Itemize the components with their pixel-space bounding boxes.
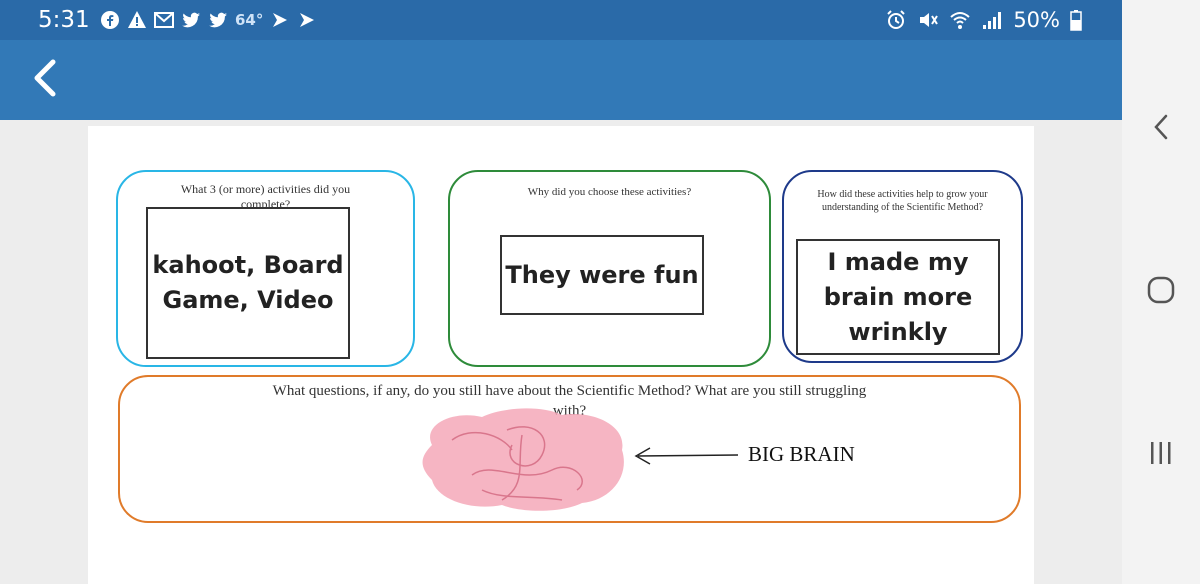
- nav-back-icon: [1151, 112, 1171, 147]
- answer-box: They were fun: [500, 235, 704, 315]
- feedly-icon: [297, 10, 317, 30]
- back-button[interactable]: [20, 56, 68, 104]
- notification-icons: 64°: [100, 9, 317, 31]
- card-question: How did these activities help to grow yo…: [817, 189, 988, 213]
- app-bar: [0, 40, 1122, 120]
- battery-percent: 50%: [1013, 8, 1060, 32]
- gmail-icon: [154, 10, 174, 30]
- chevron-left-icon: [29, 58, 59, 103]
- activities-card: What 3 (or more) activities did you comp…: [116, 170, 415, 367]
- twitter-icon: [208, 10, 228, 30]
- card-question: Why did you choose these activities?: [527, 186, 692, 198]
- facebook-icon: [100, 10, 120, 30]
- alarm-icon: [885, 9, 907, 31]
- reason-card: Why did you choose these activities? The…: [448, 170, 771, 367]
- brain-scribble: [422, 408, 624, 511]
- big-brain-annotation: BIG BRAIN: [748, 442, 855, 466]
- twitter-icon: [181, 10, 201, 30]
- navigation-bar: [1122, 0, 1200, 584]
- recent-apps-icon: [1146, 438, 1176, 473]
- recent-apps-button[interactable]: [1136, 430, 1186, 480]
- temperature-label: 64°: [235, 11, 264, 29]
- warning-icon: [127, 10, 147, 30]
- wifi-icon: [949, 9, 971, 31]
- answer-box: kahoot, Board Game, Video: [146, 207, 350, 359]
- signal-icon: [981, 9, 1003, 31]
- card-question: What 3 (or more) activities did you comp…: [180, 182, 351, 208]
- status-time: 5:31: [38, 7, 90, 33]
- nav-back-button[interactable]: [1136, 104, 1186, 154]
- arrow-icon: [634, 447, 739, 465]
- system-icons: 50%: [885, 8, 1082, 32]
- mute-vibrate-icon: [917, 9, 939, 31]
- answer-box: I made my brain more wrinkly: [796, 239, 1000, 355]
- understanding-card: How did these activities help to grow yo…: [782, 170, 1023, 363]
- feedly-icon: [270, 10, 290, 30]
- home-button[interactable]: [1136, 267, 1186, 317]
- home-icon: [1146, 275, 1176, 310]
- battery-icon: [1070, 9, 1082, 31]
- status-bar: 5:31 64° 50%: [0, 0, 1122, 40]
